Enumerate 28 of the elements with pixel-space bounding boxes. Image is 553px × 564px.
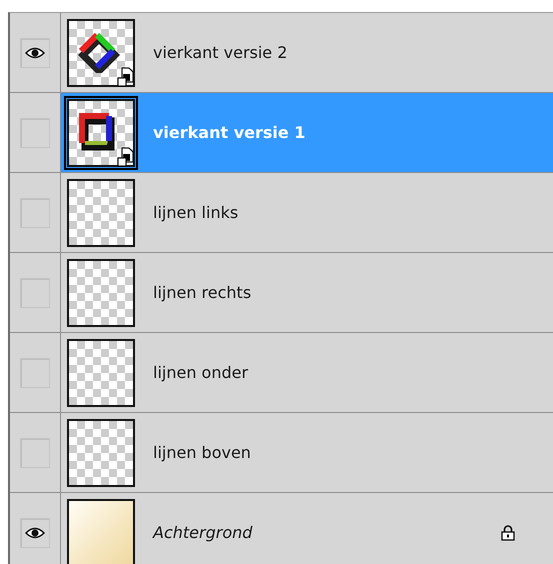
layer-thumbnail [67,338,135,406]
visibility-toggle[interactable] [20,278,50,308]
layer-name: lijnen boven [153,443,251,462]
smart-object-badge-icon [117,146,135,166]
layer-row[interactable]: vierkant versie 2 [10,13,553,93]
layer-thumbnail [67,178,135,246]
visibility-toggle[interactable] [20,198,50,228]
layer-thumbnail [67,418,135,486]
layer-name: Achtergrond [153,523,252,542]
eye-icon [25,46,45,58]
smart-object-badge-icon [117,66,135,86]
layer-name: vierkant versie 2 [153,43,288,62]
layer-name: lijnen onder [153,363,248,382]
visibility-toggle[interactable] [20,518,50,548]
visibility-toggle[interactable] [20,358,50,388]
visibility-toggle[interactable] [20,438,50,468]
layer-name: vierkant versie 1 [153,123,306,142]
layer-name: lijnen rechts [153,283,252,302]
visibility-toggle[interactable] [20,38,50,68]
layer-thumbnail [67,258,135,326]
layer-row[interactable]: lijnen rechts [10,253,553,333]
visibility-toggle[interactable] [20,118,50,148]
eye-icon [25,526,45,538]
layer-thumbnail [67,498,135,564]
layer-row[interactable]: lijnen onder [10,333,553,413]
layer-row[interactable]: lijnen boven [10,413,553,493]
layer-row[interactable]: lijnen links [10,173,553,253]
layer-name: lijnen links [153,203,238,222]
